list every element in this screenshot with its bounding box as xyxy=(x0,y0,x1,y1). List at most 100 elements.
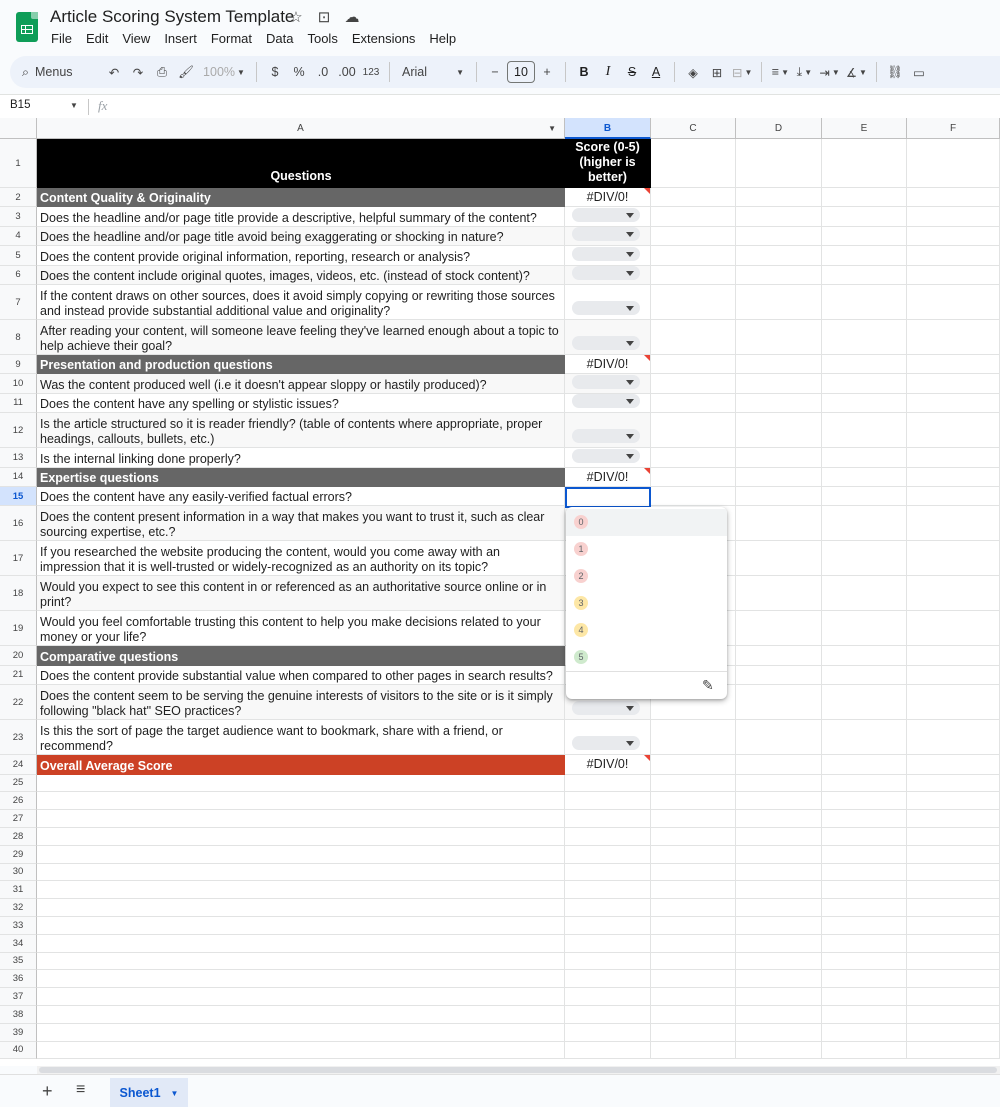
row-header[interactable]: 29 xyxy=(0,845,37,864)
section-label-cell[interactable]: Content Quality & Originality xyxy=(37,188,565,208)
dropdown-option[interactable]: 4 xyxy=(566,617,727,644)
column-header-e[interactable]: E xyxy=(822,118,907,139)
font-select[interactable]: Arial ▼ xyxy=(396,60,470,84)
empty-cell[interactable] xyxy=(822,320,907,355)
row-header[interactable]: 26 xyxy=(0,792,37,811)
menu-format[interactable]: Format xyxy=(204,31,259,46)
question-cell[interactable]: Would you expect to see this content in … xyxy=(37,576,565,612)
empty-cell[interactable] xyxy=(651,1023,736,1042)
empty-cell[interactable] xyxy=(736,988,822,1006)
row-header[interactable]: 2 xyxy=(0,188,37,208)
empty-cell[interactable] xyxy=(565,845,651,864)
empty-cell[interactable] xyxy=(651,448,736,468)
cloud-saved-icon[interactable]: ☁ xyxy=(343,8,361,26)
empty-cell[interactable] xyxy=(565,881,651,900)
empty-cell[interactable] xyxy=(37,774,565,793)
menu-extensions[interactable]: Extensions xyxy=(345,31,423,46)
paint-format-icon[interactable]: 🖌 xyxy=(174,60,198,84)
empty-cell[interactable] xyxy=(822,934,907,953)
empty-cell[interactable] xyxy=(736,970,822,989)
scrollbar-thumb[interactable] xyxy=(39,1067,997,1073)
score-dropdown-chip[interactable] xyxy=(572,301,640,315)
empty-cell[interactable] xyxy=(907,487,1000,507)
score-dropdown-chip[interactable] xyxy=(572,246,640,261)
empty-cell[interactable] xyxy=(822,1006,907,1024)
empty-cell[interactable] xyxy=(907,207,1000,227)
question-cell[interactable]: Does the content provide substantial val… xyxy=(37,665,565,686)
empty-cell[interactable] xyxy=(907,863,1000,882)
chevron-down-icon[interactable]: ▼ xyxy=(548,118,556,139)
row-header[interactable]: 14 xyxy=(0,467,37,487)
empty-cell[interactable] xyxy=(736,1041,822,1060)
empty-cell[interactable] xyxy=(651,952,736,971)
row-header[interactable]: 15 xyxy=(0,487,37,507)
empty-cell[interactable] xyxy=(651,1006,736,1024)
row-header[interactable]: 27 xyxy=(0,810,37,828)
empty-cell[interactable] xyxy=(37,934,565,953)
empty-cell[interactable] xyxy=(736,139,822,188)
more-formats-button[interactable]: 123 xyxy=(359,60,383,84)
row-header[interactable]: 33 xyxy=(0,917,37,935)
empty-cell[interactable] xyxy=(907,265,1000,285)
percent-format-button[interactable]: % xyxy=(287,60,311,84)
zoom-select[interactable]: 100% ▼ xyxy=(198,60,250,84)
empty-cell[interactable] xyxy=(822,970,907,989)
empty-cell[interactable] xyxy=(736,828,822,846)
empty-cell[interactable] xyxy=(907,988,1000,1006)
empty-cell[interactable] xyxy=(37,792,565,811)
empty-cell[interactable] xyxy=(822,665,907,686)
empty-cell[interactable] xyxy=(565,970,651,989)
dropdown-option[interactable]: 5 xyxy=(566,644,727,671)
empty-cell[interactable] xyxy=(37,1023,565,1042)
comment-indicator-icon[interactable] xyxy=(644,467,650,474)
column-header-f[interactable]: F xyxy=(907,118,1000,139)
score-cell[interactable] xyxy=(565,393,651,414)
row-header[interactable]: 20 xyxy=(0,646,37,666)
empty-cell[interactable] xyxy=(822,988,907,1006)
menu-help[interactable]: Help xyxy=(422,31,463,46)
empty-cell[interactable] xyxy=(907,899,1000,917)
empty-cell[interactable] xyxy=(565,952,651,971)
section-label-cell[interactable]: Presentation and production questions xyxy=(37,355,565,375)
question-cell[interactable]: Is the internal linking done properly? xyxy=(37,448,565,468)
empty-cell[interactable] xyxy=(651,226,736,247)
empty-cell[interactable] xyxy=(907,413,1000,449)
empty-cell[interactable] xyxy=(822,1041,907,1060)
empty-cell[interactable] xyxy=(822,952,907,971)
question-cell[interactable]: Does the content present information in … xyxy=(37,506,565,542)
empty-cell[interactable] xyxy=(907,226,1000,247)
score-dropdown-chip[interactable] xyxy=(572,207,640,222)
empty-cell[interactable] xyxy=(651,863,736,882)
column-header-a[interactable]: A ▼ xyxy=(37,118,565,139)
empty-cell[interactable] xyxy=(651,285,736,320)
comment-indicator-icon[interactable] xyxy=(644,755,650,762)
score-cell[interactable] xyxy=(565,374,651,394)
question-cell[interactable]: Does the content seem to be serving the … xyxy=(37,685,565,721)
pencil-icon[interactable]: ✎ xyxy=(702,677,714,694)
empty-cell[interactable] xyxy=(822,881,907,900)
question-cell[interactable]: Is this the sort of page the target audi… xyxy=(37,720,565,756)
empty-cell[interactable] xyxy=(822,774,907,793)
undo-icon[interactable]: ↶ xyxy=(102,60,126,84)
question-cell[interactable]: Does the content provide original inform… xyxy=(37,246,565,266)
column-header-b[interactable]: B xyxy=(565,118,651,139)
empty-cell[interactable] xyxy=(822,899,907,917)
question-cell[interactable]: Was the content produced well (i.e it do… xyxy=(37,374,565,394)
increase-decimal-button[interactable]: .00 xyxy=(335,60,359,84)
empty-cell[interactable] xyxy=(651,899,736,917)
row-header[interactable]: 9 xyxy=(0,355,37,375)
empty-cell[interactable] xyxy=(822,611,907,647)
empty-cell[interactable] xyxy=(736,917,822,935)
empty-cell[interactable] xyxy=(822,226,907,247)
question-cell[interactable]: If the content draws on other sources, d… xyxy=(37,285,565,320)
header-score-cell[interactable]: Score (0-5) (higher is better) xyxy=(565,139,651,188)
dropdown-option[interactable]: 1 xyxy=(566,536,727,563)
empty-cell[interactable] xyxy=(736,952,822,971)
empty-cell[interactable] xyxy=(907,393,1000,414)
empty-cell[interactable] xyxy=(651,139,736,188)
empty-cell[interactable] xyxy=(565,1041,651,1060)
empty-cell[interactable] xyxy=(907,952,1000,971)
score-dropdown-chip[interactable] xyxy=(572,701,640,716)
empty-cell[interactable] xyxy=(736,646,822,666)
empty-cell[interactable] xyxy=(822,139,907,188)
